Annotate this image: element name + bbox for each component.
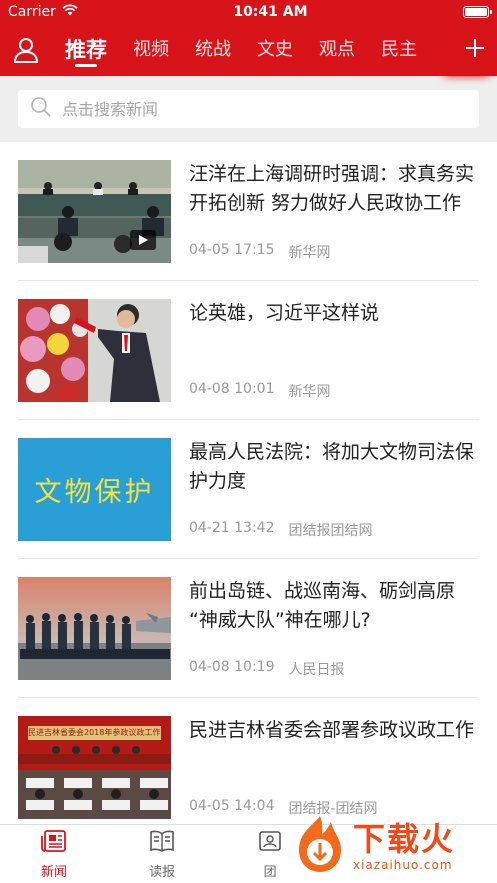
- tabbar-news[interactable]: 新闻: [0, 825, 108, 883]
- news-source: 人民日报: [288, 662, 345, 678]
- news-title: 论英雄，习近平这样说: [189, 302, 380, 324]
- news-time: 04-08 10:01: [189, 381, 275, 397]
- tabbar-group-label: 团: [263, 864, 277, 880]
- news-source: 新华网: [288, 245, 331, 261]
- battery-icon: [462, 6, 492, 18]
- status-time: 10:41 AM: [233, 4, 308, 20]
- news-item[interactable]: 汪洋在上海调研时强调：求真务实 开拓创新 努力做好人民政协工作 04-05 17…: [18, 142, 479, 281]
- news-thumbnail: [18, 299, 171, 402]
- watermark-title: 下载火: [353, 820, 456, 858]
- tab-opinion[interactable]: 观点: [319, 24, 355, 76]
- news-thumbnail: [18, 160, 171, 263]
- channel-navbar: 推荐 视频 统战 文史 观点 民主: [0, 24, 497, 76]
- watermark: 下载火 xiazaihuo.com: [291, 815, 491, 877]
- news-source: 新华网: [288, 384, 331, 400]
- news-time: 04-05 14:04: [189, 798, 275, 814]
- tabbar-newspaper[interactable]: 读报: [108, 825, 216, 883]
- book-icon: [149, 829, 175, 857]
- news-time: 04-21 13:42: [189, 520, 275, 536]
- tabbar-news-label: 新闻: [41, 864, 68, 880]
- tab-history[interactable]: 文史: [257, 24, 293, 76]
- tab-recommend[interactable]: 推荐: [65, 24, 107, 76]
- add-channel-button[interactable]: [453, 24, 497, 76]
- news-icon: [41, 829, 67, 857]
- search-input[interactable]: [62, 99, 467, 119]
- news-thumbnail: 文物保护: [18, 438, 171, 541]
- watermark-domain: xiazaihuo.com: [353, 858, 453, 872]
- news-thumbnail: 民进吉林省委会2018年参政议政工作会议: [18, 716, 171, 819]
- tab-united-front[interactable]: 统战: [195, 24, 231, 76]
- search-icon: [30, 96, 52, 122]
- news-list: 汪洋在上海调研时强调：求真务实 开拓创新 努力做好人民政协工作 04-05 17…: [0, 142, 497, 837]
- news-title: 汪洋在上海调研时强调：求真务实 开拓创新 努力做好人民政协工作: [189, 163, 475, 214]
- news-title: 前出岛链、战巡南海、砺剑高原 “神威大队”神在哪儿?: [189, 580, 456, 631]
- news-item[interactable]: 文物保护 最高人民法院：将加大文物司法保护力度 04-21 13:42 团结报团…: [18, 420, 479, 559]
- news-time: 04-05 17:15: [189, 242, 275, 258]
- news-item[interactable]: 前出岛链、战巡南海、砺剑高原 “神威大队”神在哪儿? 04-08 10:19 人…: [18, 559, 479, 698]
- tabbar-newspaper-label: 读报: [149, 864, 176, 880]
- tab-democracy[interactable]: 民主: [381, 24, 417, 76]
- news-item[interactable]: 论英雄，习近平这样说 04-08 10:01 新华网: [18, 281, 479, 420]
- news-time: 04-08 10:19: [189, 659, 275, 675]
- news-title: 民进吉林省委会部署参政议政工作: [189, 719, 475, 741]
- news-source: 团结报团结网: [288, 523, 373, 539]
- user-icon[interactable]: [0, 24, 52, 76]
- tab-video[interactable]: 视频: [133, 24, 169, 76]
- news-thumbnail: [18, 577, 171, 680]
- search-bar[interactable]: [18, 90, 479, 128]
- carrier-label: Carrier: [8, 4, 56, 20]
- news-title: 最高人民法院：将加大文物司法保护力度: [189, 441, 475, 492]
- video-play-icon: [130, 230, 156, 250]
- group-icon: [257, 829, 283, 857]
- header: Carrier 10:41 AM 推荐 视频 统战 文史 观点 民主: [0, 0, 497, 76]
- status-bar: Carrier 10:41 AM: [0, 0, 497, 24]
- plus-icon: [465, 38, 485, 62]
- flame-logo-icon: [291, 814, 349, 878]
- wifi-icon: [62, 4, 78, 20]
- search-area: [0, 76, 497, 142]
- channel-tabs: 推荐 视频 统战 文史 观点 民主: [52, 24, 497, 76]
- thumbnail-caption: 文物保护: [34, 477, 155, 508]
